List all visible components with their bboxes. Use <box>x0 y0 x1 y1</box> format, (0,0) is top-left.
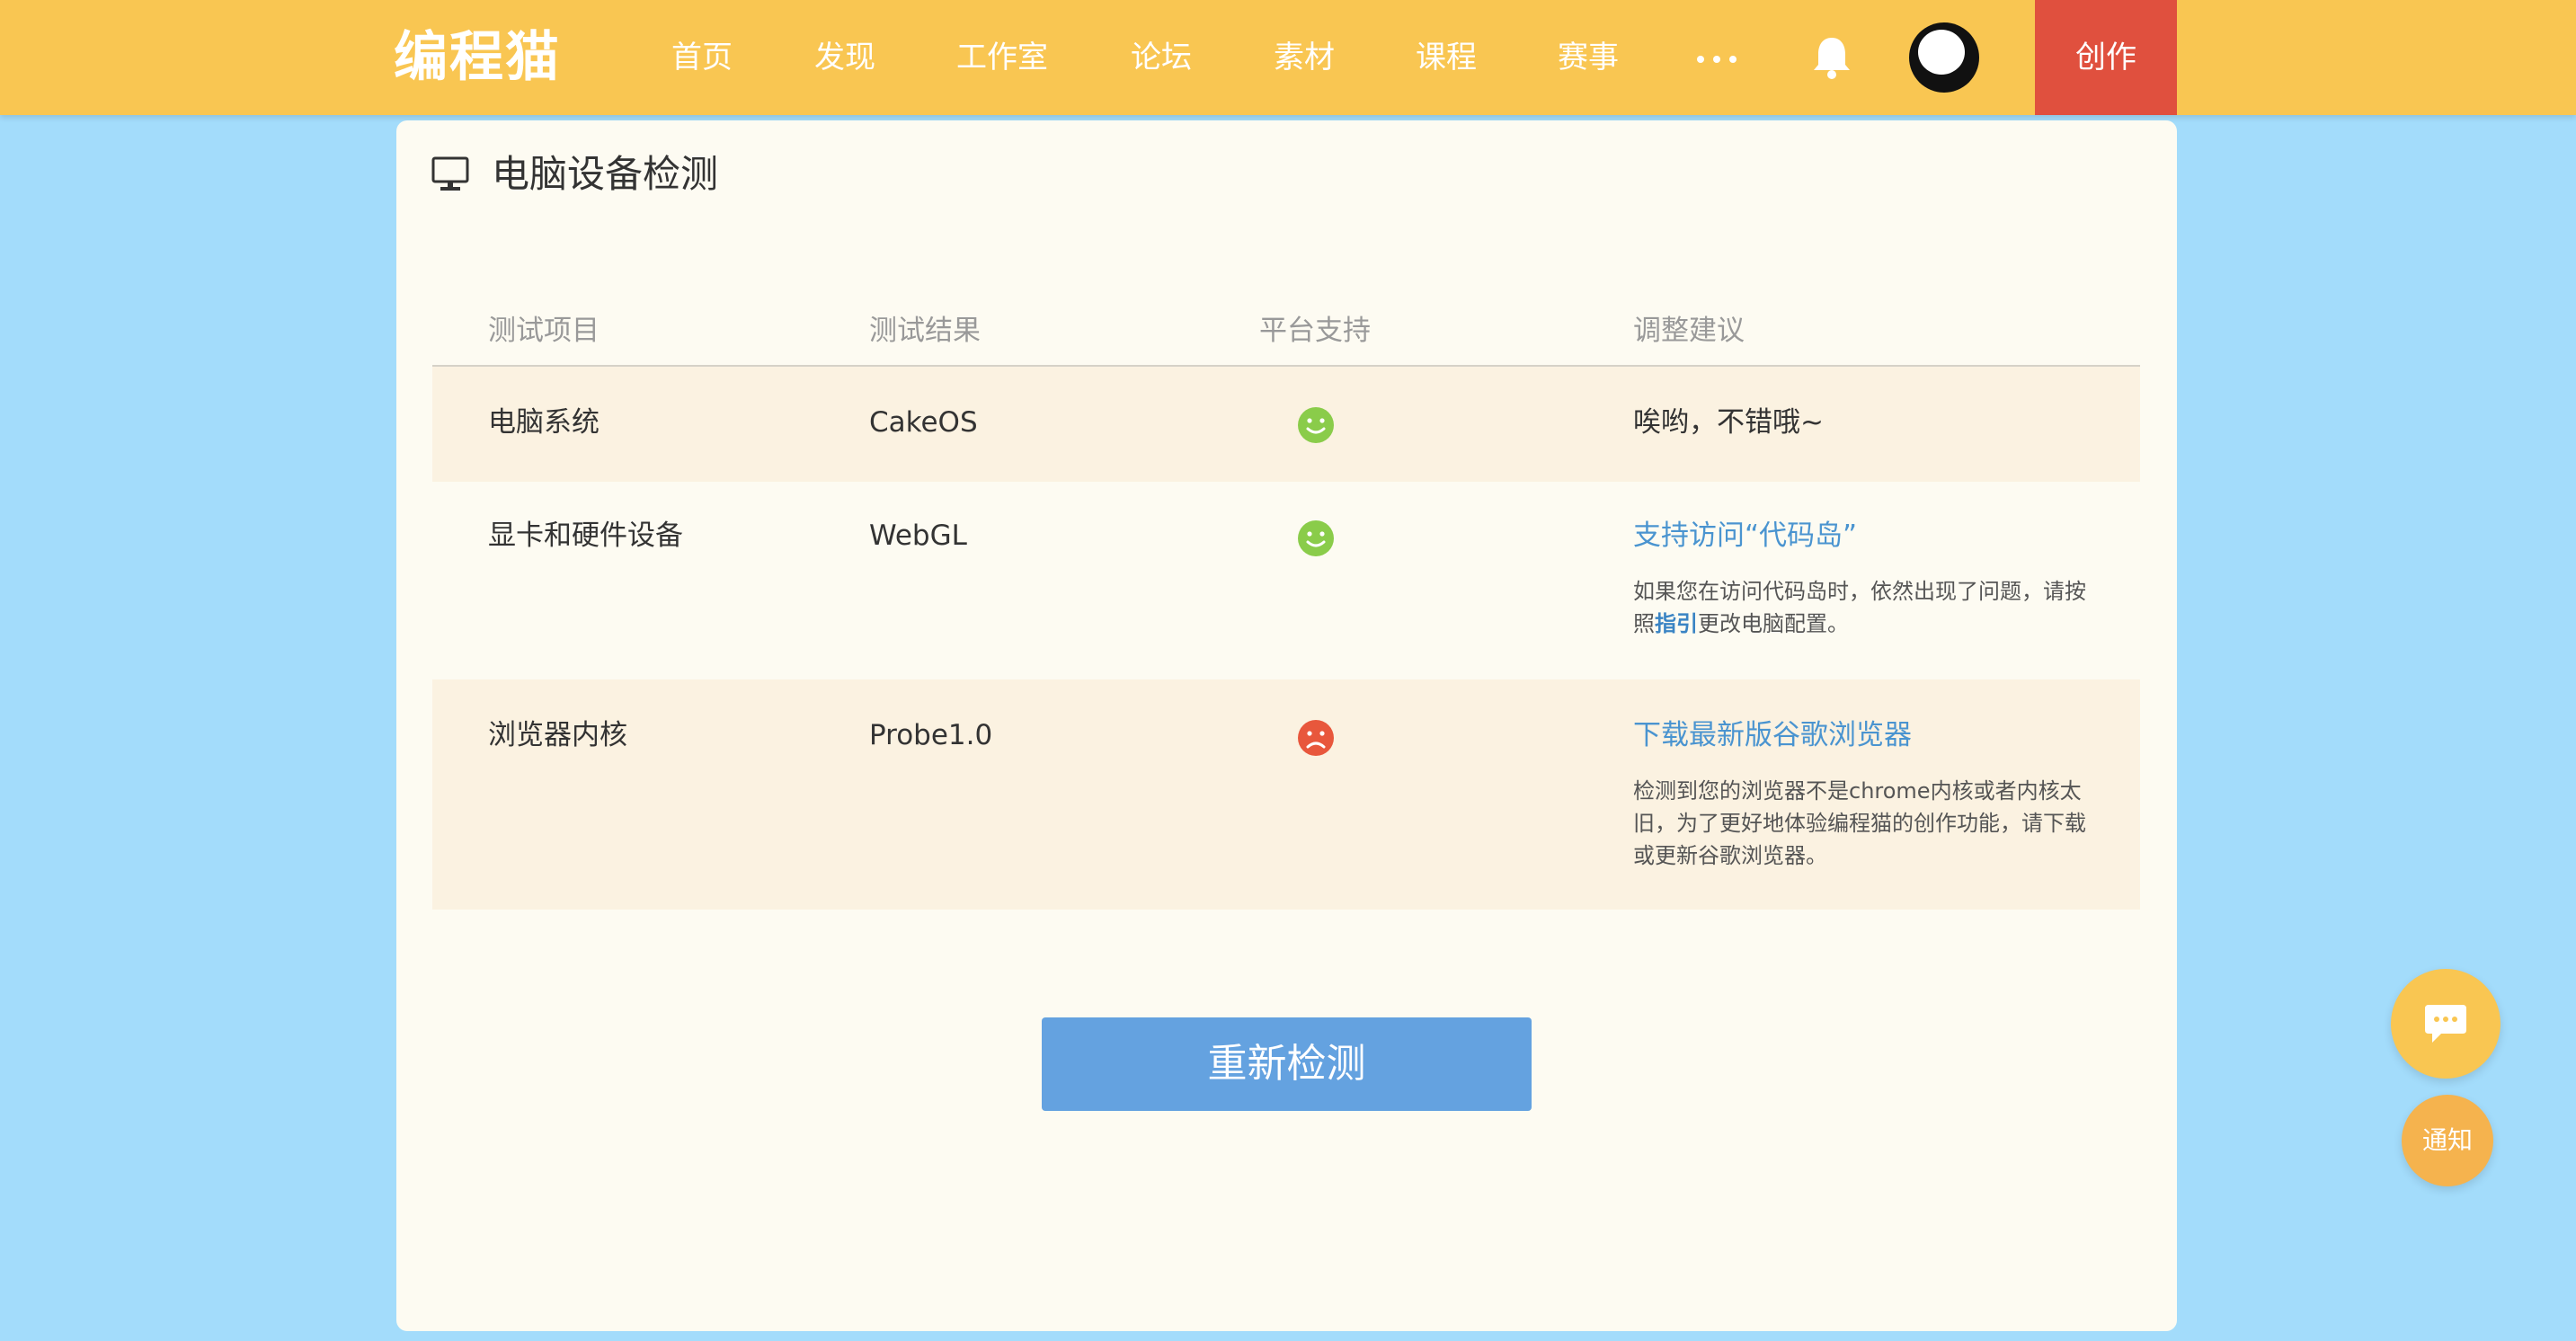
table-row: 电脑系统 CakeOS 唉哟，不错哦~ <box>432 367 2140 482</box>
column-header-advice: 调整建议 <box>1633 315 1745 347</box>
row-advice: 唉哟，不错哦~ <box>1633 406 1824 439</box>
device-check-card: 电脑设备检测 测试项目 测试结果 平台支持 调整建议 电脑系统 CakeOS 唉… <box>396 120 2177 1331</box>
site-logo[interactable]: 编程猫 <box>394 23 593 92</box>
chat-button[interactable] <box>2391 969 2500 1079</box>
nav-item-courses[interactable]: 课程 <box>1416 0 1477 115</box>
column-header-result: 测试结果 <box>869 315 981 347</box>
table-header: 测试项目 测试结果 平台支持 调整建议 <box>432 297 2140 367</box>
row-result: WebGL <box>869 520 967 552</box>
row-item: 显卡和硬件设备 <box>488 520 683 552</box>
row-result: CakeOS <box>869 406 978 439</box>
nav-item-forum[interactable]: 论坛 <box>1131 0 1192 115</box>
table-row: 显卡和硬件设备 WebGL 支持访问“代码岛” 如果您在访问代码岛时，依然出现了… <box>432 482 2140 679</box>
more-dots-icon[interactable] <box>1697 56 1737 63</box>
code-island-support-link[interactable]: 支持访问“代码岛” <box>1633 518 1857 554</box>
nav-item-studio[interactable]: 工作室 <box>956 0 1048 115</box>
user-avatar[interactable] <box>1909 22 1979 93</box>
nav-item-discover[interactable]: 发现 <box>814 0 875 115</box>
nav-item-home[interactable]: 首页 <box>671 0 733 115</box>
device-check-table: 测试项目 测试结果 平台支持 调整建议 电脑系统 CakeOS 唉哟，不错哦~ … <box>432 297 2140 910</box>
smile-face-icon <box>1298 520 1334 556</box>
row-result: Probe1.0 <box>869 719 993 751</box>
monitor-icon <box>431 156 469 191</box>
row-item: 电脑系统 <box>488 406 600 439</box>
row-advice-description: 检测到您的浏览器不是chrome内核或者内核太旧，为了更好地体验编程猫的创作功能… <box>1633 778 2086 868</box>
create-button[interactable]: 创作 <box>2035 0 2177 115</box>
smile-face-icon <box>1298 407 1334 443</box>
nav-item-materials[interactable]: 素材 <box>1274 0 1335 115</box>
notification-button[interactable]: 通知 <box>2402 1095 2493 1186</box>
table-row: 浏览器内核 Probe1.0 下载最新版谷歌浏览器 检测到您的浏览器不是chro… <box>432 679 2140 910</box>
page-title: 电脑设备检测 <box>492 152 719 196</box>
recheck-button[interactable]: 重新检测 <box>1042 1017 1532 1111</box>
chat-bubble-icon <box>2425 1005 2466 1043</box>
bell-icon[interactable] <box>1810 34 1853 81</box>
sad-face-icon <box>1298 720 1334 756</box>
download-chrome-link[interactable]: 下载最新版谷歌浏览器 <box>1633 717 1912 753</box>
column-header-item: 测试项目 <box>488 315 600 347</box>
column-header-support: 平台支持 <box>1259 315 1371 347</box>
row-advice-description: 如果您在访问代码岛时，依然出现了问题，请按照指引更改电脑配置。 <box>1633 579 2086 636</box>
nav-item-events[interactable]: 赛事 <box>1558 0 1619 115</box>
row-item: 浏览器内核 <box>488 719 627 751</box>
top-navigation-bar: 编程猫 首页 发现 工作室 论坛 素材 课程 赛事 创作 <box>0 0 2576 115</box>
guide-link[interactable]: 指引 <box>1655 611 1698 636</box>
